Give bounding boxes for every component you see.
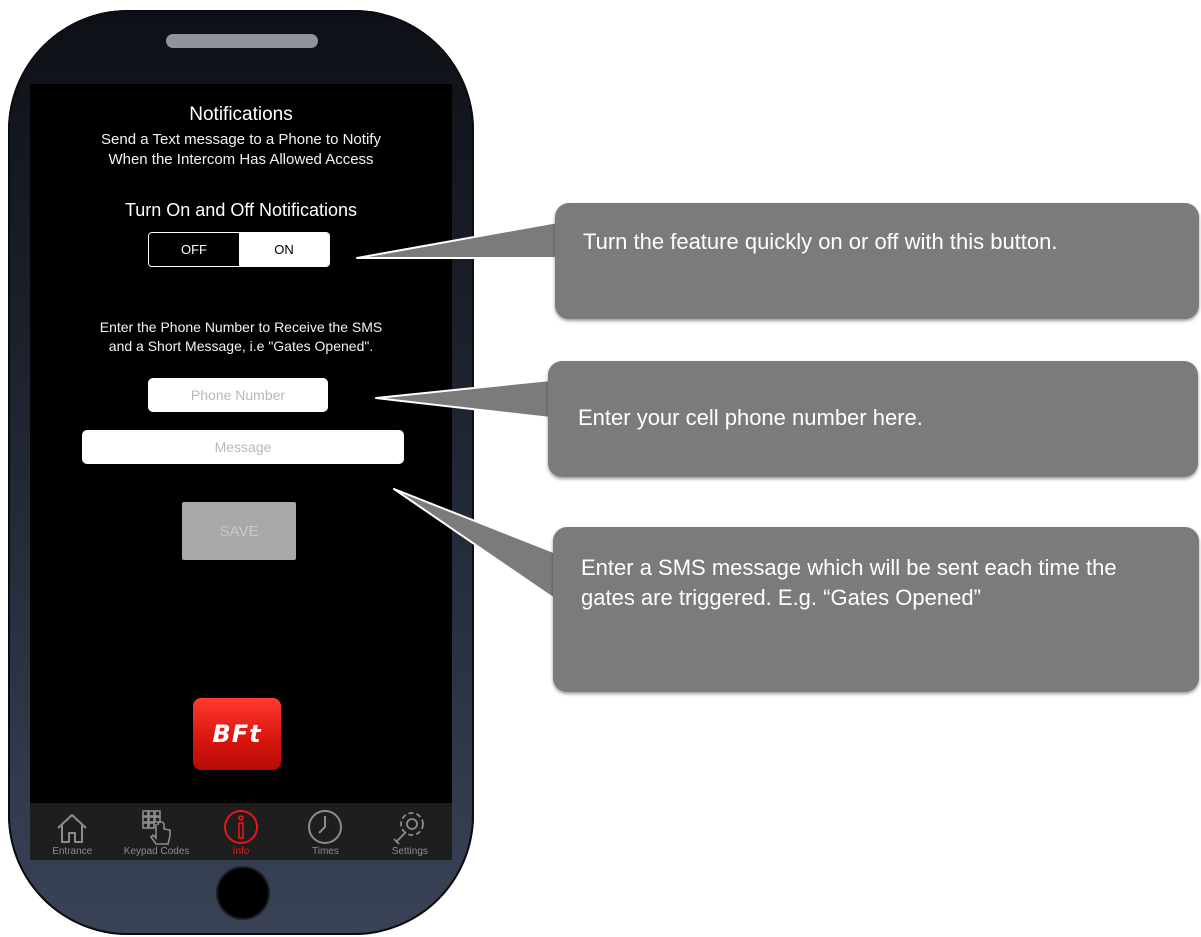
callout-toggle: Turn the feature quickly on or off with …	[555, 203, 1199, 319]
phone-instructions: Enter the Phone Number to Receive the SM…	[30, 318, 452, 356]
bft-logo: BFt	[193, 698, 281, 770]
clock-icon	[308, 810, 343, 844]
page-title: Notifications	[189, 104, 293, 125]
toggle-off-segment[interactable]: OFF	[149, 233, 239, 266]
toggle-heading: Turn On and Off Notifications	[124, 200, 358, 220]
tab-settings[interactable]: Settings	[368, 803, 452, 860]
callout-message-text: Enter a SMS message which will be sent e…	[581, 555, 1117, 610]
toggle-on-segment[interactable]: ON	[239, 233, 329, 266]
notifications-toggle[interactable]: OFF ON	[148, 232, 330, 267]
phone-frame: Notifications Send a Text message to a P…	[8, 10, 474, 935]
tab-label: Info	[232, 846, 250, 857]
home-button[interactable]	[218, 868, 268, 918]
message-input[interactable]	[82, 430, 404, 464]
keypad-icon	[141, 810, 171, 845]
info-icon	[224, 810, 259, 844]
tab-keypad-codes[interactable]: Keypad Codes	[114, 803, 198, 860]
phone-number-input[interactable]	[148, 378, 328, 412]
gear-wrench-icon	[393, 812, 424, 845]
tab-entrance[interactable]: Entrance	[30, 803, 114, 860]
description-line-2: When the Intercom Has Allowed Access	[108, 151, 374, 168]
tab-times[interactable]: Times	[283, 803, 367, 860]
phone-speaker	[166, 34, 318, 48]
home-icon	[57, 814, 87, 843]
tab-bar: Entrance Keypad Codes Info Times Setting…	[30, 803, 452, 860]
callout-phone-text: Enter your cell phone number here.	[578, 405, 923, 430]
instructions-line-1: Enter the Phone Number to Receive the SM…	[99, 319, 383, 335]
page-description: Send a Text message to a Phone to Notify…	[30, 130, 452, 170]
tab-label: Times	[311, 846, 339, 857]
app-screen: Notifications Send a Text message to a P…	[30, 84, 452, 860]
tab-info[interactable]: Info	[199, 803, 283, 860]
callout-message: Enter a SMS message which will be sent e…	[553, 527, 1199, 692]
tab-label: Settings	[391, 846, 428, 857]
bft-logo-text: BFt	[212, 720, 262, 748]
callout-phone: Enter your cell phone number here.	[548, 361, 1198, 477]
callout-toggle-text: Turn the feature quickly on or off with …	[583, 229, 1058, 254]
description-line-1: Send a Text message to a Phone to Notify	[101, 131, 381, 148]
instructions-line-2: and a Short Message, i.e "Gates Opened".	[108, 338, 374, 354]
tab-label: Entrance	[52, 846, 93, 857]
save-button[interactable]: SAVE	[182, 502, 296, 560]
tab-label: Keypad Codes	[123, 846, 190, 857]
